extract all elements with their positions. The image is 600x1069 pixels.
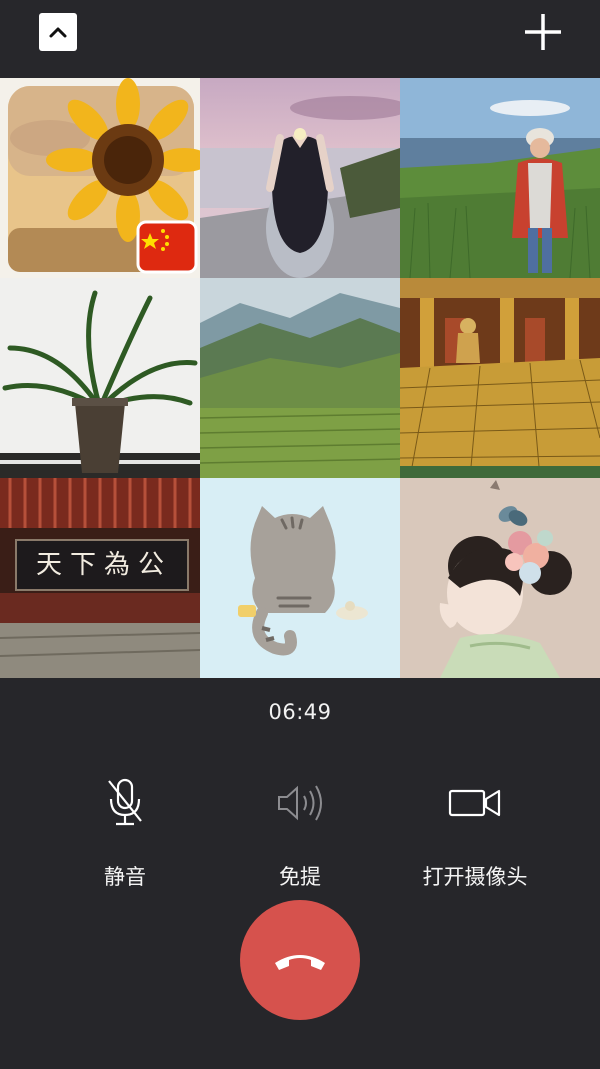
- microphone-muted-icon: [95, 775, 155, 831]
- participant-avatar-cartoon-cat[interactable]: [200, 478, 400, 678]
- phone-hangup-icon: [275, 955, 325, 970]
- participant-avatar-painted-girl[interactable]: [400, 478, 600, 678]
- participant-avatar-woman-grassland[interactable]: [400, 78, 600, 278]
- participant-avatar-mountains[interactable]: [200, 278, 400, 478]
- girl-heart-avatar-image: [200, 78, 400, 278]
- painted-girl-avatar-image: [400, 478, 600, 678]
- plus-icon: [525, 14, 561, 50]
- camera-button[interactable]: 打开摄像头: [385, 775, 565, 895]
- plaque-text: 天下為公: [35, 550, 172, 580]
- participant-grid: 天下為公: [0, 78, 600, 678]
- potted-plant-avatar-image: [0, 278, 200, 478]
- woman-grassland-avatar-image: [400, 78, 600, 278]
- collapse-button[interactable]: [39, 13, 77, 51]
- speaker-label: 免提: [279, 865, 321, 889]
- participant-avatar-golden-palace[interactable]: [400, 278, 600, 478]
- mountains-avatar-image: [200, 278, 400, 478]
- sunflower-avatar-image: [0, 78, 200, 278]
- add-participant-button[interactable]: [522, 11, 564, 53]
- golden-palace-avatar-image: [400, 278, 600, 478]
- chevron-up-icon: [49, 27, 67, 38]
- video-camera-icon: [445, 775, 505, 831]
- cartoon-cat-avatar-image: [200, 478, 400, 678]
- mute-label: 静音: [104, 865, 146, 889]
- participant-avatar-plaque[interactable]: 天下為公: [0, 478, 200, 678]
- mute-button[interactable]: 静音: [35, 775, 215, 895]
- hang-up-button[interactable]: [240, 900, 360, 1020]
- call-duration: 06:49: [268, 700, 332, 724]
- speaker-button[interactable]: 免提: [210, 775, 390, 895]
- camera-label: 打开摄像头: [422, 865, 528, 889]
- china-flag-icon: [136, 220, 198, 274]
- participant-avatar-sunflower[interactable]: [0, 78, 200, 278]
- participant-avatar-girl-heart[interactable]: [200, 78, 400, 278]
- top-bar: [0, 0, 600, 78]
- speaker-icon: [270, 775, 330, 831]
- participant-avatar-potted-plant[interactable]: [0, 278, 200, 478]
